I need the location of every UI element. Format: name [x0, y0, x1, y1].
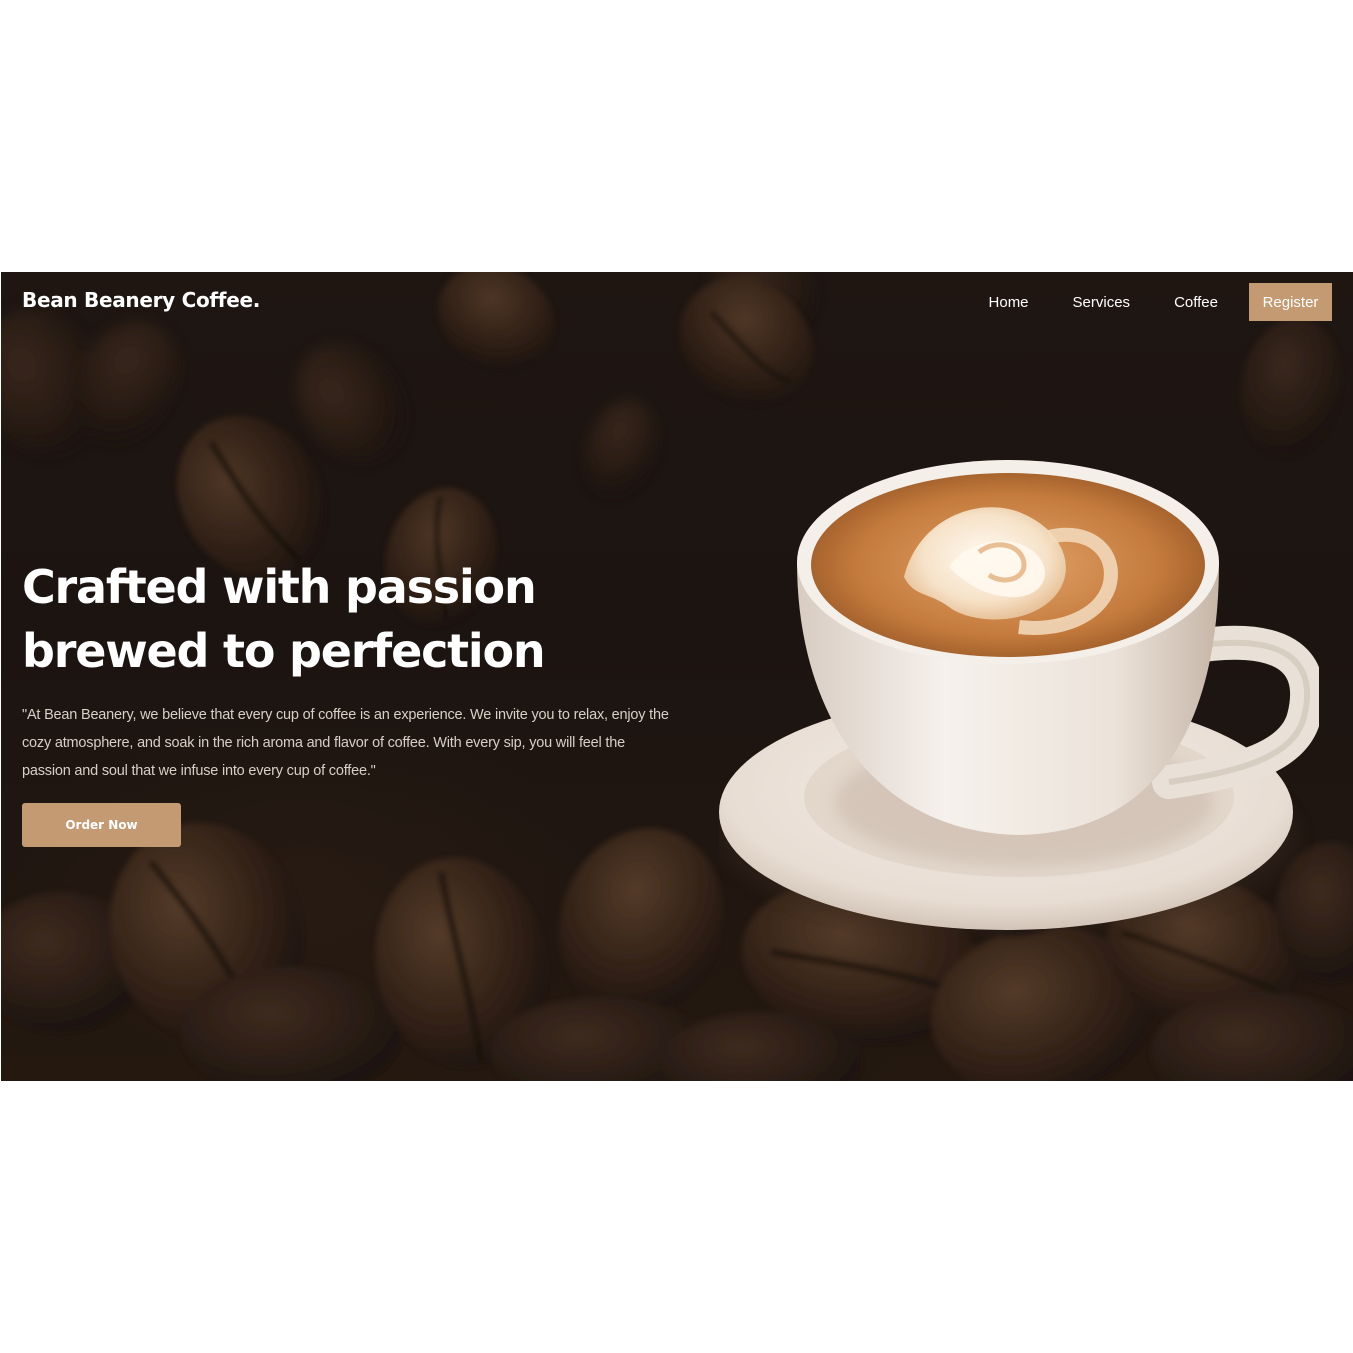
- nav-link-coffee[interactable]: Coffee: [1174, 294, 1218, 311]
- order-now-button[interactable]: Order Now: [22, 803, 181, 847]
- latte-cup-image: [719, 460, 1319, 932]
- nav-link-home[interactable]: Home: [989, 294, 1029, 311]
- main-nav: Home Services Coffee Register: [989, 283, 1332, 321]
- hero-section: Bean Beanery Coffee. Home Services Coffe…: [1, 272, 1353, 1081]
- register-button[interactable]: Register: [1249, 283, 1332, 321]
- brand-logo[interactable]: Bean Beanery Coffee.: [22, 288, 260, 312]
- headline-line-2: brewed to perfection: [22, 624, 546, 678]
- nav-link-services[interactable]: Services: [1073, 294, 1131, 311]
- hero-quote: "At Bean Beanery, we believe that every …: [22, 707, 669, 779]
- headline-line-1: Crafted with passion: [22, 560, 537, 614]
- hero-headline: Crafted with passion brewed to perfectio…: [22, 555, 642, 683]
